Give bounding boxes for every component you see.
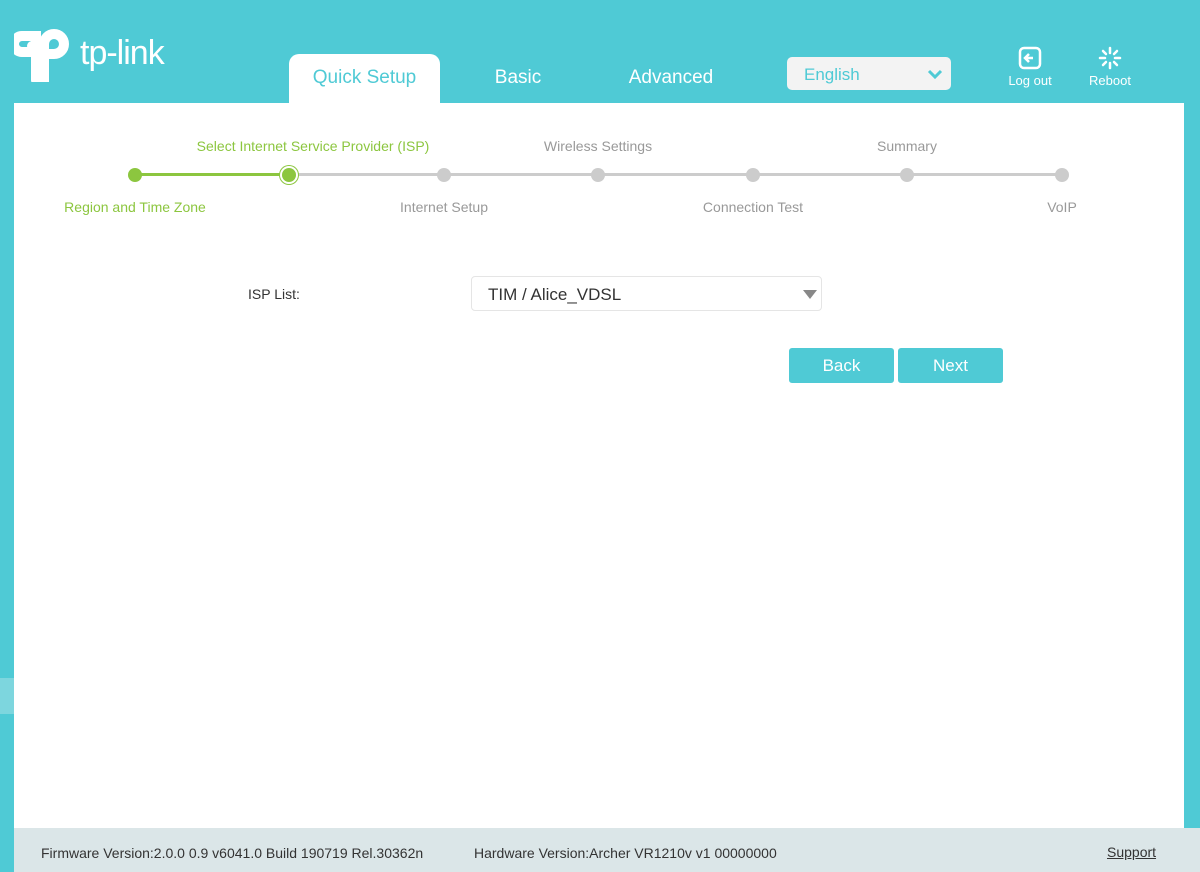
footer: Firmware Version:2.0.0 0.9 v6041.0 Build…	[14, 828, 1200, 872]
dropdown-arrow-icon	[803, 290, 817, 299]
step-node-region	[128, 168, 142, 182]
support-link[interactable]: Support	[1107, 844, 1156, 860]
step-node-voip	[1055, 168, 1069, 182]
progress-done-line	[135, 173, 289, 176]
step-node-summary	[900, 168, 914, 182]
step-label: Select Internet Service Provider (ISP)	[196, 138, 430, 154]
step-node-connection	[746, 168, 760, 182]
tab-quick-setup[interactable]: Quick Setup	[289, 54, 440, 103]
reboot-label: Reboot	[1089, 73, 1131, 88]
hardware-version: Hardware Version:Archer VR1210v v1 00000…	[474, 845, 777, 861]
back-button[interactable]: Back	[789, 348, 894, 383]
step-label: Internet Setup	[400, 199, 488, 215]
step-label: VoIP	[1047, 199, 1077, 215]
next-button[interactable]: Next	[898, 348, 1003, 383]
tp-link-logo: tp-link	[14, 24, 165, 82]
step-label: Region and Time Zone	[64, 199, 206, 215]
step-node-isp	[282, 168, 296, 182]
logo-icon	[14, 29, 69, 82]
language-value: English	[804, 65, 860, 84]
step-label: Connection Test	[702, 199, 804, 215]
logout-label: Log out	[1008, 73, 1052, 88]
isp-list-value: TIM / Alice_VDSL	[488, 285, 622, 304]
isp-list-select[interactable]: TIM / Alice_VDSL	[471, 276, 822, 311]
step-node-internet	[437, 168, 451, 182]
tab-advanced[interactable]: Advanced	[615, 54, 727, 103]
step-label: Summary	[877, 138, 937, 154]
step-node-wireless	[591, 168, 605, 182]
chevron-down-icon	[927, 69, 943, 80]
tab-basic[interactable]: Basic	[470, 54, 566, 103]
isp-list-label: ISP List:	[248, 286, 300, 302]
language-select[interactable]: English	[787, 57, 951, 90]
step-label: Wireless Settings	[543, 138, 653, 154]
reboot-icon	[1098, 46, 1122, 70]
side-handle[interactable]	[0, 678, 14, 714]
logout-button[interactable]: Log out	[1000, 46, 1060, 88]
logout-icon	[1018, 46, 1042, 70]
firmware-version: Firmware Version:2.0.0 0.9 v6041.0 Build…	[41, 845, 424, 861]
reboot-button[interactable]: Reboot	[1080, 46, 1140, 88]
progress-remaining-line	[289, 173, 1062, 176]
